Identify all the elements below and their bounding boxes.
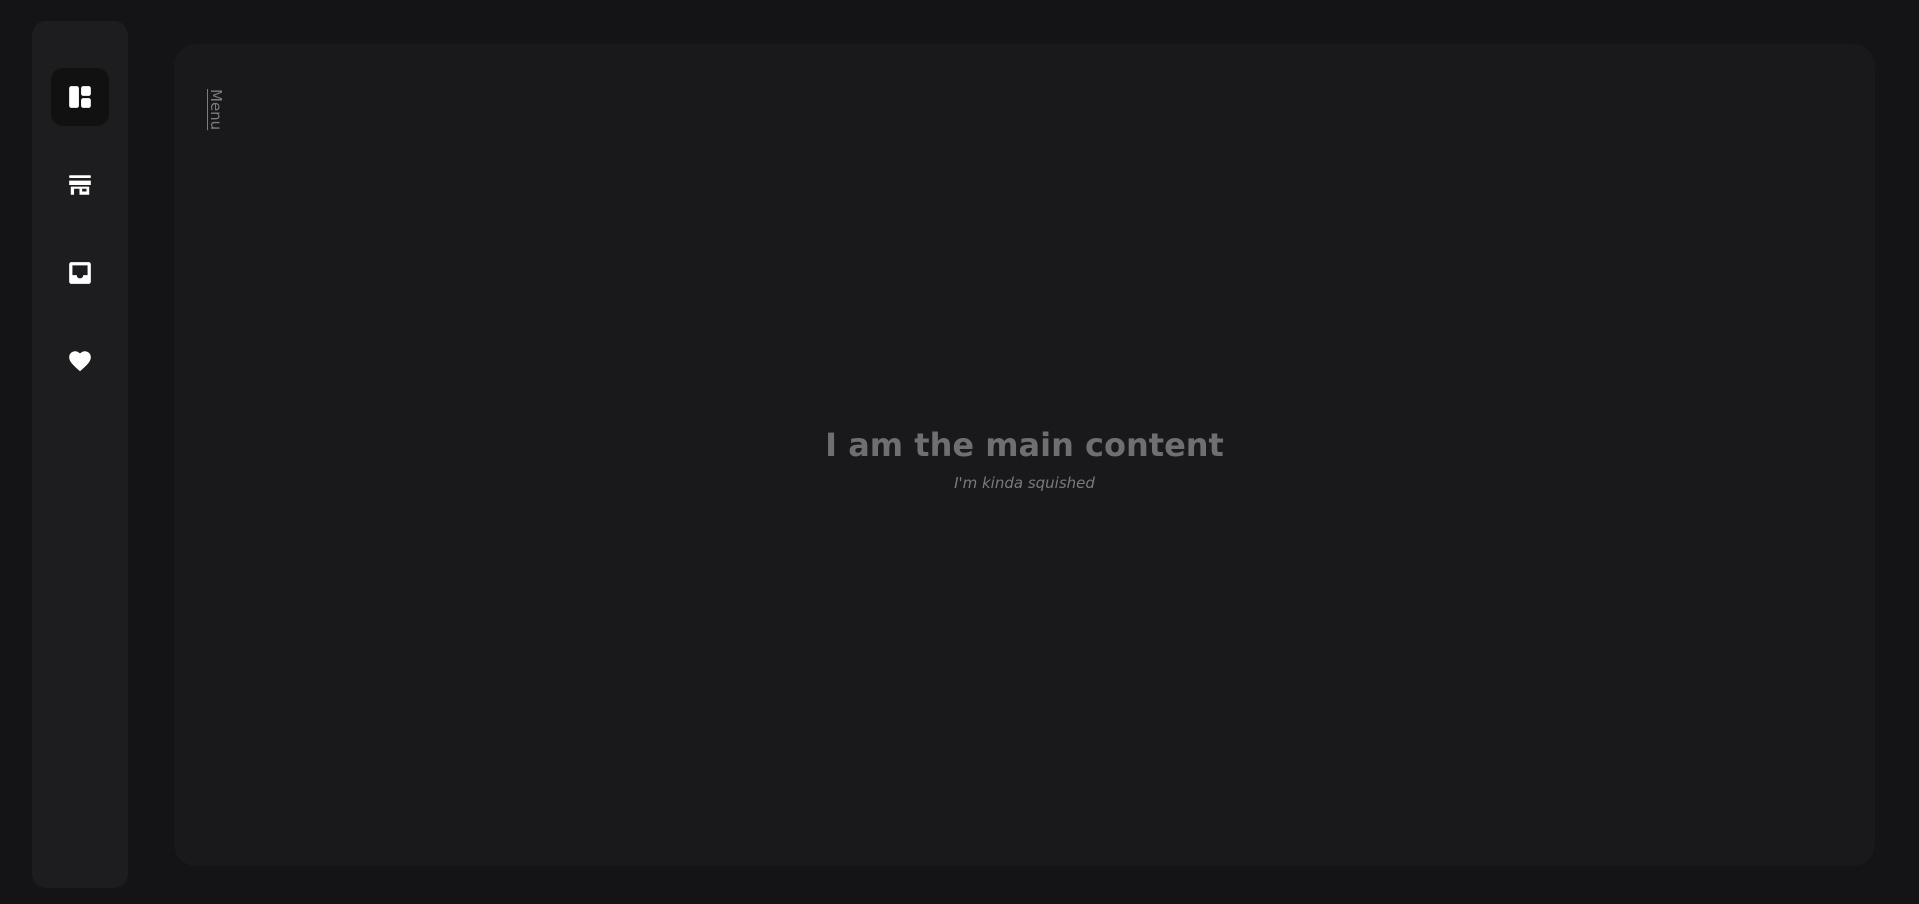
page-title: I am the main content	[825, 426, 1224, 464]
sidebar-item-store[interactable]	[51, 156, 109, 214]
inbox-icon	[67, 260, 93, 286]
sidebar-item-inbox[interactable]	[51, 244, 109, 302]
page-subtitle: I'm kinda squished	[954, 474, 1095, 492]
sidebar-item-dashboard[interactable]	[51, 68, 109, 126]
sidebar-item-favorites[interactable]	[51, 332, 109, 390]
store-icon	[67, 172, 93, 198]
sidebar	[32, 21, 128, 888]
main-content-center: I am the main content I'm kinda squished	[174, 44, 1875, 866]
main-content-panel: Menu I am the main content I'm kinda squ…	[174, 44, 1875, 866]
heart-icon	[67, 348, 93, 374]
dashboard-icon	[67, 84, 93, 110]
app-root: Menu I am the main content I'm kinda squ…	[0, 0, 1919, 904]
